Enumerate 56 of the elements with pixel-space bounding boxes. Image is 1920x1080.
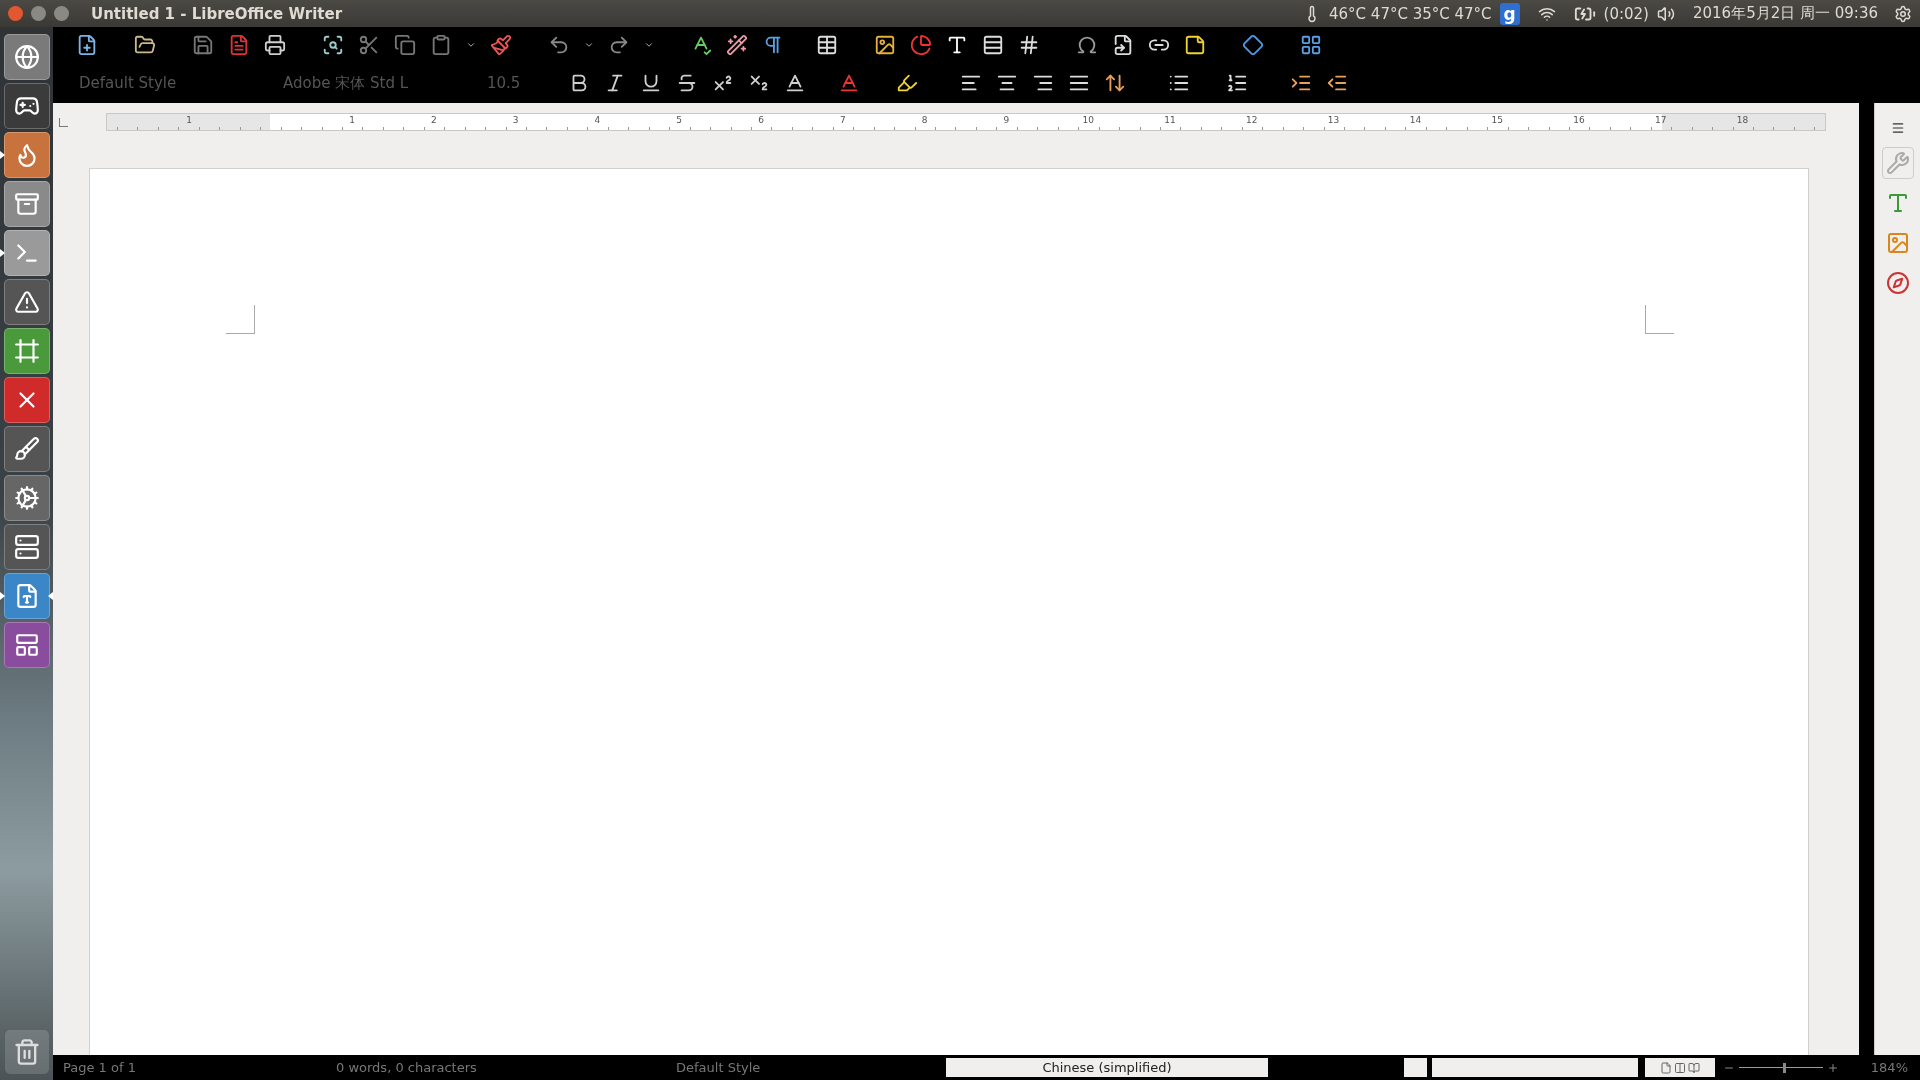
trash-icon[interactable] — [4, 1030, 49, 1074]
ruler-number: 7 — [839, 115, 846, 125]
launcher-app-icon[interactable] — [3, 132, 50, 178]
ruler-number: 9 — [1003, 115, 1010, 125]
status-field — [1404, 1058, 1427, 1077]
ruler-number: 16 — [1573, 115, 1585, 125]
margin-corner-mark — [226, 305, 255, 334]
ruler-number: 5 — [676, 115, 683, 125]
book-view-icon[interactable] — [1688, 1061, 1700, 1074]
zoom-in-icon[interactable] — [1827, 1061, 1839, 1074]
ruler-number: 1 — [349, 115, 355, 125]
minimize-button[interactable] — [31, 6, 46, 21]
window-title: Untitled 1 - LibreOffice Writer — [91, 4, 343, 23]
close-button[interactable] — [8, 6, 23, 21]
temperature-readings: 46°C 47°C 35°C 47°C — [1329, 4, 1492, 23]
word-count: 0 words, 0 characters — [336, 1060, 478, 1075]
ruler-number: 2 — [430, 115, 437, 125]
page-count: Page 1 of 1 — [62, 1060, 137, 1075]
ruler-number: 4 — [594, 115, 601, 125]
ruler-number: 12 — [1246, 115, 1258, 125]
launcher-app-icon[interactable] — [3, 279, 50, 325]
launcher-app-icon[interactable] — [3, 573, 50, 619]
page-style: Default Style — [676, 1060, 762, 1075]
launcher-app-icon[interactable] — [3, 34, 50, 80]
app-indicator-icon[interactable]: g — [1499, 2, 1520, 25]
margin-corner-mark — [1645, 305, 1674, 334]
battery-time: (0:02) — [1603, 4, 1649, 23]
ruler-number: 17 — [1655, 115, 1667, 125]
zoom-percentage: 184% — [1870, 1060, 1909, 1075]
launcher-app-icon[interactable] — [3, 426, 50, 472]
ruler-number: 6 — [758, 115, 764, 125]
ruler-number: 14 — [1409, 115, 1422, 125]
clock[interactable]: 2016年5月2日 周一 09:36 — [1692, 4, 1878, 23]
maximize-button[interactable] — [54, 6, 69, 21]
launcher-app-icon[interactable] — [3, 181, 50, 227]
multi-page-icon[interactable] — [1674, 1061, 1686, 1074]
ruler-number: 10 — [1082, 115, 1094, 125]
launcher-app-icon[interactable] — [3, 622, 50, 668]
ruler-number: 11 — [1164, 115, 1176, 125]
launcher-app-icon[interactable] — [3, 524, 50, 570]
ruler-number: 13 — [1327, 115, 1340, 125]
launcher-app-icon[interactable] — [3, 377, 50, 423]
settings-icon[interactable] — [1894, 4, 1912, 23]
tab-stop-icon — [59, 117, 68, 127]
ruler-number: 3 — [512, 115, 519, 125]
ruler-number: 18 — [1736, 115, 1749, 125]
single-page-icon[interactable] — [1660, 1061, 1672, 1074]
ruler-number: 8 — [921, 115, 928, 125]
volume-icon[interactable] — [1656, 4, 1675, 23]
launcher-app-icon[interactable] — [3, 230, 50, 276]
language-field[interactable]: Chinese (simplified) — [946, 1058, 1268, 1077]
ruler-number: 15 — [1491, 115, 1503, 125]
launcher-app-icon[interactable] — [3, 328, 50, 374]
ruler-number: 1 — [186, 115, 192, 125]
launcher-app-icon[interactable] — [3, 83, 50, 129]
launcher-app-icon[interactable] — [3, 475, 50, 521]
